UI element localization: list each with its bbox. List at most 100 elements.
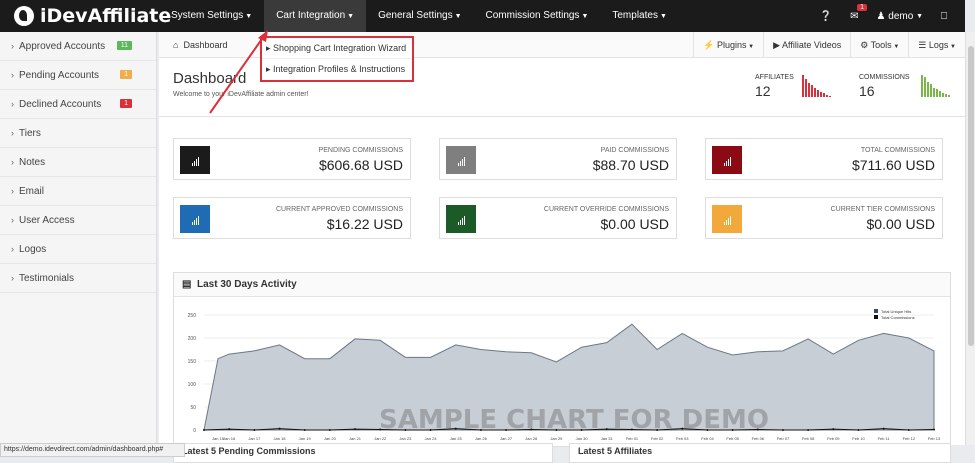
nav-general-settings[interactable]: General Settings ▼ <box>366 0 473 32</box>
y-tick-label: 50 <box>190 405 196 411</box>
x-tick-label: Jan 28 <box>525 436 538 441</box>
dropdown-item[interactable]: ▸ Integration Profiles & Instructions <box>262 59 412 80</box>
file-icon: ☰ <box>918 40 929 50</box>
card-label: CURRENT OVERRIDE COMMISSIONS <box>543 206 669 213</box>
data-point <box>882 427 885 430</box>
x-tick-label: Jan 22 <box>374 436 387 441</box>
chevron-down-icon: ▼ <box>454 13 462 20</box>
chevron-down-icon: ▼ <box>581 13 589 20</box>
sidebar-item-declined-accounts[interactable]: › Declined Accounts 1 <box>0 90 156 119</box>
chart-icon: ▤ <box>182 279 192 290</box>
help-icon[interactable]: ❔ <box>820 11 832 22</box>
x-tick-label: Jan 16 <box>223 436 236 441</box>
tool-affiliate-videos[interactable]: ▶ Affiliate Videos <box>763 32 850 58</box>
tool-label: Tools <box>870 40 892 50</box>
legend-label: Total Commissions <box>881 315 915 320</box>
chevron-right-icon: › <box>11 273 14 283</box>
chevron-down-icon: ▼ <box>347 13 355 20</box>
nav-commission-settings[interactable]: Commission Settings ▼ <box>474 0 601 32</box>
y-tick-label: 200 <box>188 336 197 342</box>
x-tick-label: Jan 20 <box>324 436 337 441</box>
sidebar-item-user-access[interactable]: › User Access <box>0 206 156 235</box>
logo-text: iDevAffiliate <box>40 5 172 27</box>
activity-panel: ▤ Last 30 Days Activity 0 50 100 150 200 250 J… <box>173 272 951 447</box>
scrollbar[interactable] <box>965 32 975 445</box>
home-icon: ⌂ <box>173 39 179 50</box>
x-tick-label: Jan 23 <box>399 436 412 441</box>
x-tick-label: Jan 29 <box>550 436 563 441</box>
sidebar-item-pending-accounts[interactable]: › Pending Accounts 1 <box>0 61 156 90</box>
data-point <box>907 429 910 431</box>
card-label: CURRENT TIER COMMISSIONS <box>830 206 935 213</box>
tool-tools[interactable]: ⚙ Tools ▼ <box>850 32 908 58</box>
x-tick-label: Feb 03 <box>676 436 689 441</box>
sidebar-item-label: Testimonials <box>19 272 75 284</box>
spark-bar <box>829 96 831 97</box>
commissions-sparkline <box>921 75 950 97</box>
nav-cart-integration[interactable]: Cart Integration ▼ <box>264 0 367 32</box>
data-point <box>354 428 357 431</box>
x-tick-label: Jan 25 <box>450 436 463 441</box>
cart-integration-dropdown: ▸ Shopping Cart Integration Wizard ▸ Inte… <box>260 36 414 82</box>
chevron-down-icon: ▼ <box>891 44 900 50</box>
mail-badge: 1 <box>857 3 868 11</box>
spark-bar <box>817 90 819 97</box>
x-tick-label: Jan 19 <box>299 436 312 441</box>
nav-system-settings[interactable]: System Settings ▼ <box>159 0 264 32</box>
page-subtitle: Welcome to your iDevAffiliate admin cent… <box>173 91 309 98</box>
card-value: $88.70 USD <box>592 157 669 173</box>
user-name: demo <box>888 10 914 22</box>
tool-plugins[interactable]: ⚡ Plugins ▼ <box>693 32 763 58</box>
y-tick-label: 100 <box>188 382 197 388</box>
spark-bar <box>939 91 941 97</box>
tool-logs[interactable]: ☰ Logs ▼ <box>908 32 965 58</box>
sidebar-item-testimonials[interactable]: › Testimonials <box>0 264 156 293</box>
mail-icon[interactable]: ✉ 1 <box>850 3 868 22</box>
chevron-right-icon: › <box>11 128 14 138</box>
app-logo[interactable]: iDevAffiliate <box>14 4 171 28</box>
y-tick-label: 250 <box>188 313 197 319</box>
scrollbar-thumb[interactable] <box>968 46 974 346</box>
monitor-icon[interactable]: ⎕ <box>941 11 947 22</box>
data-point <box>253 429 256 431</box>
data-point <box>807 429 810 431</box>
count-badge: 1 <box>120 99 132 108</box>
stat-card-pending-commissions: PENDING COMMISSIONS $606.68 USD <box>173 138 411 180</box>
data-point <box>328 429 331 431</box>
affiliates-sparkline <box>802 75 831 97</box>
data-point <box>278 427 281 430</box>
commissions-value: 16 <box>859 83 875 99</box>
sidebar-item-label: Notes <box>19 156 46 168</box>
x-tick-label: Jan 24 <box>425 436 438 441</box>
x-tick-label: Feb 08 <box>802 436 815 441</box>
commissions-stat: COMMISSIONS 16 <box>859 74 910 99</box>
spark-bar <box>826 95 828 97</box>
sidebar-item-label: User Access <box>19 214 75 226</box>
sidebar-item-email[interactable]: › Email <box>0 177 156 206</box>
dropdown-item[interactable]: ▸ Shopping Cart Integration Wizard <box>262 38 412 59</box>
sidebar-item-tiers[interactable]: › Tiers <box>0 119 156 148</box>
latest-affiliates-panel: Latest 5 Affiliates <box>569 443 951 463</box>
spark-bar <box>927 82 929 97</box>
sidebar-item-approved-accounts[interactable]: › Approved Accounts 11 <box>0 32 156 61</box>
x-tick-label: Jan 17 <box>248 436 261 441</box>
stat-card-current-approved-commissions: CURRENT APPROVED COMMISSIONS $16.22 USD <box>173 197 411 239</box>
card-value: $0.00 USD <box>600 216 669 232</box>
stat-card-paid-commissions: PAID COMMISSIONS $88.70 USD <box>439 138 677 180</box>
user-menu[interactable]: ♟ demo ▼ <box>877 11 923 22</box>
bar-chart-icon <box>712 146 742 174</box>
nav-templates[interactable]: Templates ▼ <box>600 0 679 32</box>
card-label: CURRENT APPROVED COMMISSIONS <box>275 206 403 213</box>
x-tick-label: Feb 01 <box>626 436 639 441</box>
breadcrumb-dashboard[interactable]: Dashboard <box>183 40 227 50</box>
sidebar-item-label: Declined Accounts <box>19 98 102 110</box>
data-point <box>203 429 205 431</box>
nav-label: Templates <box>612 10 658 21</box>
sidebar-item-notes[interactable]: › Notes <box>0 148 156 177</box>
x-tick-label: Feb 13 <box>928 436 941 441</box>
data-point <box>857 429 860 431</box>
x-tick-label: Feb 09 <box>827 436 840 441</box>
x-tick-label: Jan 26 <box>475 436 488 441</box>
y-tick-label: 0 <box>193 428 196 434</box>
sidebar-item-logos[interactable]: › Logos <box>0 235 156 264</box>
